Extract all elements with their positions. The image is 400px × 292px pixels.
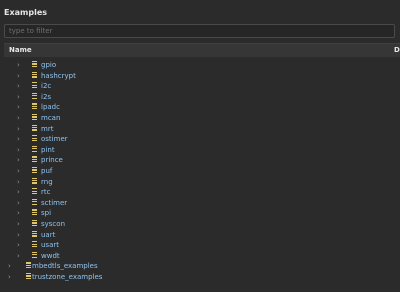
tree-item-label: prince [41, 156, 63, 165]
chevron-right-icon[interactable]: › [17, 82, 23, 90]
chevron-right-icon[interactable]: › [17, 209, 23, 217]
tree-item-label: hashcrypt [41, 71, 76, 80]
tree-row-rng[interactable]: › rng [4, 177, 400, 188]
chevron-right-icon[interactable]: › [17, 220, 23, 228]
tree-row-wwdt[interactable]: › wwdt [4, 251, 400, 262]
folder-icon [32, 103, 37, 111]
tree-row-prince[interactable]: › prince [4, 155, 400, 166]
tree-row-mcan[interactable]: › mcan [4, 113, 400, 124]
folder-icon [32, 92, 37, 101]
chevron-right-icon[interactable]: › [17, 167, 23, 175]
folder-icon [32, 220, 37, 228]
tree-row-i2c[interactable]: › i2c [4, 81, 400, 92]
tree-row-spi[interactable]: › spi [4, 208, 400, 219]
tree-row-puf[interactable]: › puf [4, 166, 400, 177]
chevron-right-icon[interactable]: › [8, 273, 14, 281]
tree-item-label: i2s [41, 92, 52, 101]
tree-item-label: uart [41, 230, 56, 239]
tree-item-label: rng [41, 177, 53, 186]
filter-box[interactable] [4, 24, 395, 38]
chevron-right-icon[interactable]: › [17, 103, 23, 111]
folder-icon [32, 82, 37, 90]
folder-icon [32, 71, 37, 80]
tree-item-label: syscon [41, 220, 66, 228]
chevron-right-icon[interactable]: › [17, 241, 23, 249]
folder-icon [32, 156, 37, 164]
tree-item-label: lpadc [41, 103, 60, 112]
folder-icon [32, 135, 37, 143]
chevron-right-icon[interactable]: › [17, 61, 23, 69]
chevron-right-icon[interactable]: › [17, 93, 23, 101]
tree-row-mrt[interactable]: › mrt [4, 124, 400, 135]
chevron-right-icon[interactable]: › [17, 146, 23, 154]
tree-row-pint[interactable]: › pint [4, 145, 400, 156]
chevron-right-icon[interactable]: › [17, 178, 23, 186]
column-header-d[interactable]: D [394, 46, 400, 54]
folder-icon [23, 57, 28, 59]
tree-item-label: i2c [41, 82, 52, 91]
tree-row-ostimer[interactable]: › ostimer [4, 134, 400, 145]
chevron-right-icon[interactable]: › [17, 231, 23, 239]
tree-row-mbedtls-examples[interactable]: › mbedtls_examples [4, 261, 400, 272]
tree-row-hashcrypt[interactable]: › hashcrypt [4, 71, 400, 82]
tree-item-label: spi [41, 209, 52, 218]
chevron-right-icon[interactable]: › [8, 262, 14, 270]
tree-item-label: mbedtls_examples [32, 262, 98, 271]
folder-icon [32, 177, 37, 186]
chevron-right-icon[interactable]: › [17, 199, 23, 207]
folder-icon [32, 114, 37, 122]
tree-item-label: puf [41, 167, 53, 175]
panel-title: Examples [4, 8, 48, 17]
chevron-right-icon[interactable]: › [17, 252, 23, 260]
tree-row-gpio[interactable]: › gpio [4, 60, 400, 71]
folder-icon [32, 167, 37, 175]
tree-row-lpadc[interactable]: › lpadc [4, 102, 400, 113]
folder-icon [32, 188, 37, 196]
tree-item-label: wwdt [41, 251, 60, 260]
tree-item-label: mcan [41, 114, 61, 122]
tree-row-usart[interactable]: › usart [4, 240, 400, 251]
folder-icon [32, 61, 37, 69]
chevron-right-icon[interactable]: › [17, 114, 23, 122]
tree-item-label: gpio [41, 61, 57, 69]
folder-icon [32, 209, 37, 217]
tree-item-label: trustzone_examples [32, 273, 103, 281]
folder-icon [26, 262, 31, 270]
chevron-right-icon[interactable]: › [17, 125, 23, 133]
tree-row-syscon[interactable]: › syscon [4, 219, 400, 230]
tree-row-trustzone-examples[interactable]: › trustzone_examples [4, 272, 400, 283]
table-header: Name D [4, 43, 400, 58]
chevron-right-icon[interactable]: › [17, 72, 23, 80]
filter-input[interactable] [9, 25, 389, 37]
column-header-name[interactable]: Name [9, 46, 32, 54]
tree-item-label: rtc [41, 188, 51, 197]
folder-icon [32, 230, 37, 239]
tree-item-label: mrt [41, 124, 54, 133]
tree-row-uart[interactable]: › uart [4, 230, 400, 241]
folder-icon [32, 251, 37, 260]
chevron-right-icon[interactable]: › [17, 188, 23, 196]
tree-item-label: sctimer [41, 198, 68, 207]
folder-icon [26, 273, 31, 281]
folder-icon [32, 145, 37, 154]
chevron-right-icon[interactable]: › [17, 135, 23, 143]
tree-item-label: ostimer [41, 135, 68, 144]
tree-item-label: pint [41, 145, 55, 154]
tree-row-sctimer[interactable]: › sctimer [4, 198, 400, 209]
examples-panel: Examples Name D ›gpio›hashcrypt›i2c›i2s›… [0, 0, 400, 292]
examples-tree: › gpio › hashcrypt › i2c › i2s › lpadc › mcan › mrt › o… [4, 57, 400, 292]
chevron-right-icon[interactable]: › [17, 156, 23, 164]
folder-icon [32, 241, 37, 249]
folder-icon [32, 124, 37, 133]
tree-row-rtc[interactable]: › rtc [4, 187, 400, 198]
tree-row-i2s[interactable]: › i2s [4, 92, 400, 103]
folder-icon [32, 198, 37, 207]
tree-item-label: usart [41, 241, 59, 250]
